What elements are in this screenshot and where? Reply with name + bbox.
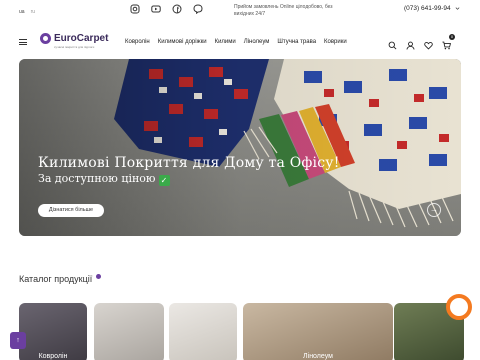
callback-widget-button[interactable] bbox=[446, 294, 472, 320]
header-actions: 0 bbox=[388, 34, 455, 50]
accent-dot-icon bbox=[96, 273, 102, 279]
catalog-card-linoleum[interactable]: Лінолеум bbox=[243, 303, 393, 360]
catalog-card-2[interactable] bbox=[94, 303, 164, 360]
heart-icon[interactable] bbox=[424, 37, 433, 50]
lang-ru[interactable]: ru bbox=[31, 9, 35, 15]
catalog-title-text: Каталог продукції bbox=[19, 274, 93, 284]
social-links bbox=[130, 4, 203, 14]
cart-icon[interactable]: 0 bbox=[442, 34, 455, 50]
check-icon: ✓ bbox=[158, 175, 170, 186]
lang-ua[interactable]: ua bbox=[19, 9, 25, 15]
working-hours: Прийом замовлень Online цілодобово, без … bbox=[234, 4, 344, 18]
catalog-cards: Ковролін Лінолеум bbox=[19, 303, 480, 360]
language-switcher: ua ru bbox=[19, 9, 35, 15]
main-header: EuroCarpet сучасні покриття для підлоги … bbox=[0, 26, 480, 56]
phone-number[interactable]: (073) 641-99-94 bbox=[404, 5, 460, 12]
hours-line-2: вихідних 24/7 bbox=[234, 11, 266, 17]
hero-subtitle-text: За доступною ціною bbox=[38, 172, 156, 185]
phone-text: (073) 641-99-94 bbox=[404, 5, 451, 12]
user-icon[interactable] bbox=[406, 37, 415, 50]
catalog-card-kovrolin[interactable]: Ковролін bbox=[19, 303, 87, 360]
logo-text: EuroCarpet bbox=[54, 32, 109, 44]
catalog-heading: Каталог продукції bbox=[19, 273, 102, 284]
search-icon[interactable] bbox=[388, 37, 397, 50]
nav-item-linoleum[interactable]: Лінолеум bbox=[244, 39, 270, 45]
nav-item-kylymy[interactable]: Килими bbox=[215, 39, 236, 45]
learn-more-button[interactable]: Дізнатися більше bbox=[38, 204, 104, 217]
menu-icon[interactable] bbox=[19, 39, 27, 45]
logo-tagline: сучасні покриття для підлоги bbox=[54, 45, 95, 49]
cart-count-badge: 0 bbox=[449, 34, 455, 40]
hero-subtitle: За доступною ціною ✓ bbox=[38, 172, 170, 186]
logo[interactable]: EuroCarpet bbox=[40, 33, 108, 44]
card-label: Лінолеум bbox=[303, 353, 333, 360]
hero-banner: Килимові Покриття для Дому та Офісу! За … bbox=[19, 59, 461, 236]
main-nav: Ковролін Килимові доріжки Килими Лінолеу… bbox=[125, 39, 355, 45]
nav-item-kovrolin[interactable]: Ковролін bbox=[125, 39, 150, 45]
arrow-right-icon[interactable]: → bbox=[427, 203, 441, 217]
chevron-down-icon bbox=[455, 7, 460, 10]
catalog-card-3[interactable] bbox=[169, 303, 237, 360]
logo-mark-icon bbox=[40, 33, 51, 44]
card-label: Ковролін bbox=[38, 353, 68, 360]
facebook-icon[interactable] bbox=[172, 4, 182, 14]
nav-item-kylymovi-dorizhky[interactable]: Килимові доріжки bbox=[158, 39, 207, 45]
nav-item-kovryky[interactable]: Коврики bbox=[324, 39, 347, 45]
hero-title: Килимові Покриття для Дому та Офісу! bbox=[38, 155, 340, 171]
viber-icon[interactable] bbox=[193, 4, 203, 14]
hours-line-1: Прийом замовлень Online цілодобово, без bbox=[234, 4, 333, 10]
nav-item-shtuchna-trava[interactable]: Штучна трава bbox=[277, 39, 316, 45]
instagram-icon[interactable] bbox=[130, 4, 140, 14]
chat-widget-button[interactable]: ↑ bbox=[10, 332, 26, 349]
youtube-icon[interactable] bbox=[151, 4, 161, 14]
